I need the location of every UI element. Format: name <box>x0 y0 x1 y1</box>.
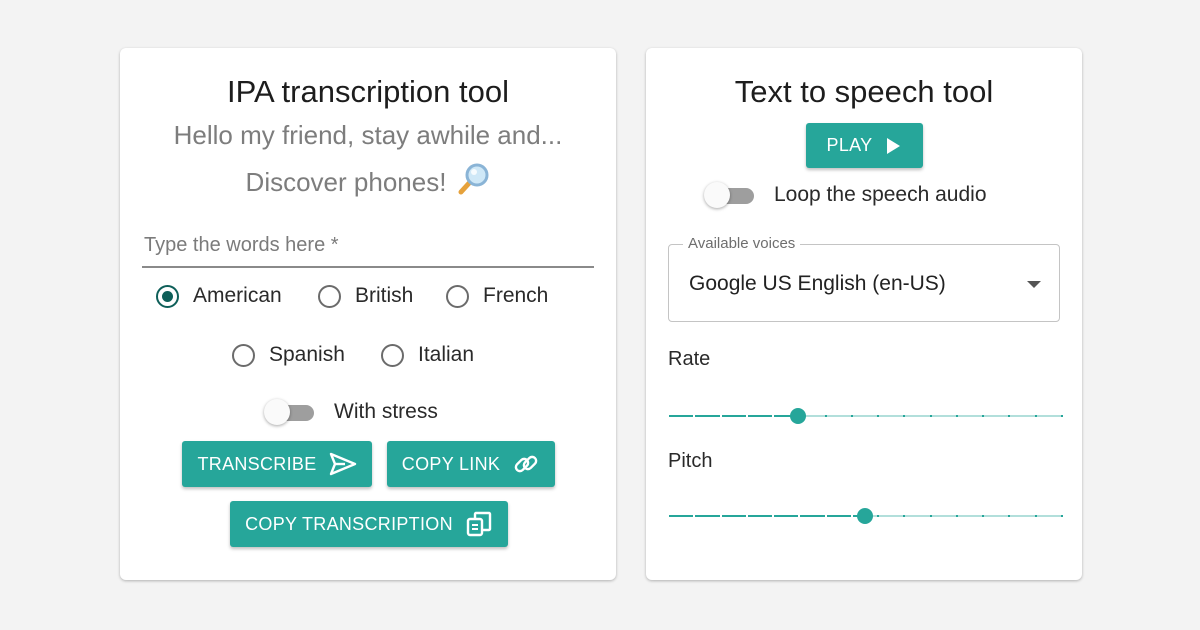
radio-circle <box>156 284 179 308</box>
radio-italian[interactable]: Italian <box>381 343 474 367</box>
slider-tick <box>877 515 880 517</box>
ipa-tool-title: IPA transcription tool <box>226 74 509 109</box>
radio-circle <box>381 343 404 367</box>
slider-tick <box>955 515 958 517</box>
slider-tick <box>667 515 669 517</box>
text-to-speech-card: Text to speech tool PLAY Loop the speech… <box>646 48 1082 580</box>
rate-slider[interactable] <box>667 406 1063 426</box>
slider-tick <box>929 415 932 417</box>
play-icon <box>884 137 902 155</box>
slider-tick <box>719 415 722 417</box>
voices-select-value: Google US English (en-US) <box>689 272 946 295</box>
slider-tick <box>1008 515 1011 517</box>
slider-tick <box>824 515 827 517</box>
slider-tick <box>903 515 906 517</box>
tts-tool-title: Text to speech tool <box>734 74 994 109</box>
slider-tick <box>772 415 775 417</box>
loop-toggle[interactable] <box>704 181 756 209</box>
loop-toggle-row: Loop the speech audio <box>704 181 987 209</box>
slider-tick <box>1061 415 1063 417</box>
slider-thumb[interactable] <box>857 508 873 524</box>
ipa-transcription-card: IPA transcription tool Hello my friend, … <box>120 48 616 580</box>
play-button[interactable]: PLAY <box>806 123 923 168</box>
slider-tick <box>667 415 669 417</box>
voices-select-legend: Available voices <box>683 235 801 252</box>
slider-tick <box>798 515 801 517</box>
slider-tick <box>745 415 748 417</box>
ipa-tool-subtitle-line2-row: Discover phones! <box>120 162 616 203</box>
radio-french[interactable]: French <box>446 284 548 308</box>
voices-select[interactable]: Available voices Google US English (en-U… <box>668 235 1060 322</box>
radio-label: Spanish <box>269 343 345 366</box>
radio-label: Italian <box>418 343 475 366</box>
stress-toggle[interactable] <box>264 398 316 426</box>
transcribe-button[interactable]: TRANSCRIBE <box>182 441 372 487</box>
slider-tick <box>745 515 748 517</box>
slider-tick <box>693 415 696 417</box>
radio-circle <box>318 284 341 308</box>
slider-tick <box>982 515 985 517</box>
radio-label: British <box>355 284 414 307</box>
play-button-label: PLAY <box>826 135 873 155</box>
slider-tick <box>719 515 722 517</box>
transcribe-button-label: TRANSCRIBE <box>197 453 317 474</box>
slider-fill <box>668 515 865 517</box>
radio-circle <box>232 343 255 367</box>
slider-thumb[interactable] <box>790 408 807 424</box>
slider-tick <box>850 515 853 517</box>
words-input[interactable] <box>142 228 594 268</box>
radio-spanish[interactable]: Spanish <box>232 343 345 367</box>
copy-transcription-button[interactable]: COPY TRANSCRIPTION <box>230 501 508 547</box>
caret-down-icon <box>1027 281 1041 288</box>
rate-label: Rate <box>668 348 711 370</box>
radio-circle <box>446 284 469 308</box>
radio-american[interactable]: American <box>156 284 282 308</box>
copy-icon <box>465 510 493 538</box>
magnifying-glass-icon <box>456 162 490 203</box>
slider-tick <box>1034 415 1037 417</box>
loop-toggle-label: Loop the speech audio <box>774 183 987 206</box>
slider-tick <box>824 415 827 417</box>
slider-tick <box>955 415 958 417</box>
link-icon <box>512 450 540 478</box>
copy-link-button[interactable]: COPY LINK <box>387 441 555 487</box>
slider-tick <box>772 515 775 517</box>
stress-toggle-row: With stress <box>264 398 438 426</box>
slider-tick <box>850 415 853 417</box>
radio-label: American <box>193 284 282 307</box>
slider-tick <box>903 415 906 417</box>
slider-tick <box>1008 415 1011 417</box>
radio-british[interactable]: British <box>318 284 413 308</box>
ipa-tool-subtitle-line1: Hello my friend, stay awhile and... <box>173 120 563 150</box>
ipa-tool-subtitle-line2: Discover phones! <box>245 167 447 197</box>
slider-tick <box>877 415 880 417</box>
copy-link-button-label: COPY LINK <box>401 453 501 474</box>
radio-label: French <box>483 284 549 307</box>
send-icon <box>329 452 357 476</box>
stress-toggle-label: With stress <box>334 400 438 423</box>
pitch-slider[interactable] <box>667 506 1063 526</box>
slider-tick <box>929 515 932 517</box>
toggle-thumb <box>704 182 730 208</box>
slider-fill <box>668 415 799 417</box>
slider-tick <box>982 415 985 417</box>
slider-tick <box>1061 515 1063 517</box>
slider-tick <box>1034 515 1037 517</box>
toggle-thumb <box>264 399 290 425</box>
pitch-label: Pitch <box>668 450 713 472</box>
copy-transcription-button-label: COPY TRANSCRIPTION <box>245 513 453 534</box>
slider-tick <box>693 515 696 517</box>
